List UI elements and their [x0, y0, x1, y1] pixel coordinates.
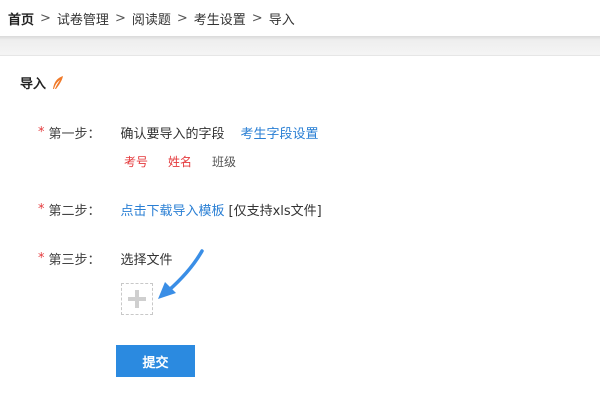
field-list: 考号 姓名 班级: [124, 153, 256, 170]
header-divider-band: [0, 36, 600, 56]
step-2-row: * 第二步： 点击下载导入模板 [仅支持xls文件]: [38, 200, 322, 219]
arrow-annotation-icon: [158, 249, 204, 299]
field-tag-name: 姓名: [168, 155, 193, 169]
breadcrumb-separator: >: [251, 10, 263, 26]
breadcrumb-item-examinee-settings[interactable]: 考生设置: [194, 9, 246, 28]
breadcrumb-separator: >: [40, 10, 51, 26]
submit-button[interactable]: 提交: [116, 345, 195, 377]
download-template-link[interactable]: 点击下载导入模板: [121, 200, 225, 219]
section-title: 导入: [20, 73, 64, 92]
step-1-text: 确认要导入的字段: [120, 127, 225, 142]
breadcrumb-item-import: 导入: [268, 12, 295, 28]
field-tag-exam-number: 考号: [124, 155, 149, 169]
breadcrumb: 首页 > 试卷管理 > 阅读题 > 考生设置 > 导入: [0, 0, 600, 36]
step-1-row: * 第一步： 确认要导入的字段 考生字段设置: [38, 123, 319, 142]
required-mark: *: [38, 125, 45, 140]
section-title-text: 导入: [20, 77, 47, 92]
file-upload-box[interactable]: [121, 283, 153, 315]
file-type-note: [仅支持xls文件]: [228, 204, 322, 219]
import-panel: 导入 * 第一步： 确认要导入的字段 考生字段设置 考号 姓名 班级 * 第二步…: [0, 57, 600, 400]
plus-icon: [128, 290, 146, 308]
breadcrumb-separator: >: [176, 10, 188, 26]
step-1-label: 第一步：: [48, 127, 101, 142]
feather-icon: [52, 75, 64, 90]
breadcrumb-item-paper-management[interactable]: 试卷管理: [57, 9, 109, 28]
field-tag-class: 班级: [212, 155, 237, 169]
breadcrumb-home[interactable]: 首页: [8, 9, 34, 28]
breadcrumb-item-reading[interactable]: 阅读题: [132, 9, 171, 28]
step-3-label: 第三步：: [48, 253, 101, 268]
breadcrumb-separator: >: [114, 10, 126, 26]
required-mark: *: [38, 251, 45, 266]
examinee-field-settings-link[interactable]: 考生字段设置: [241, 123, 319, 142]
step-2-label: 第二步：: [48, 204, 101, 219]
required-mark: *: [38, 202, 45, 217]
